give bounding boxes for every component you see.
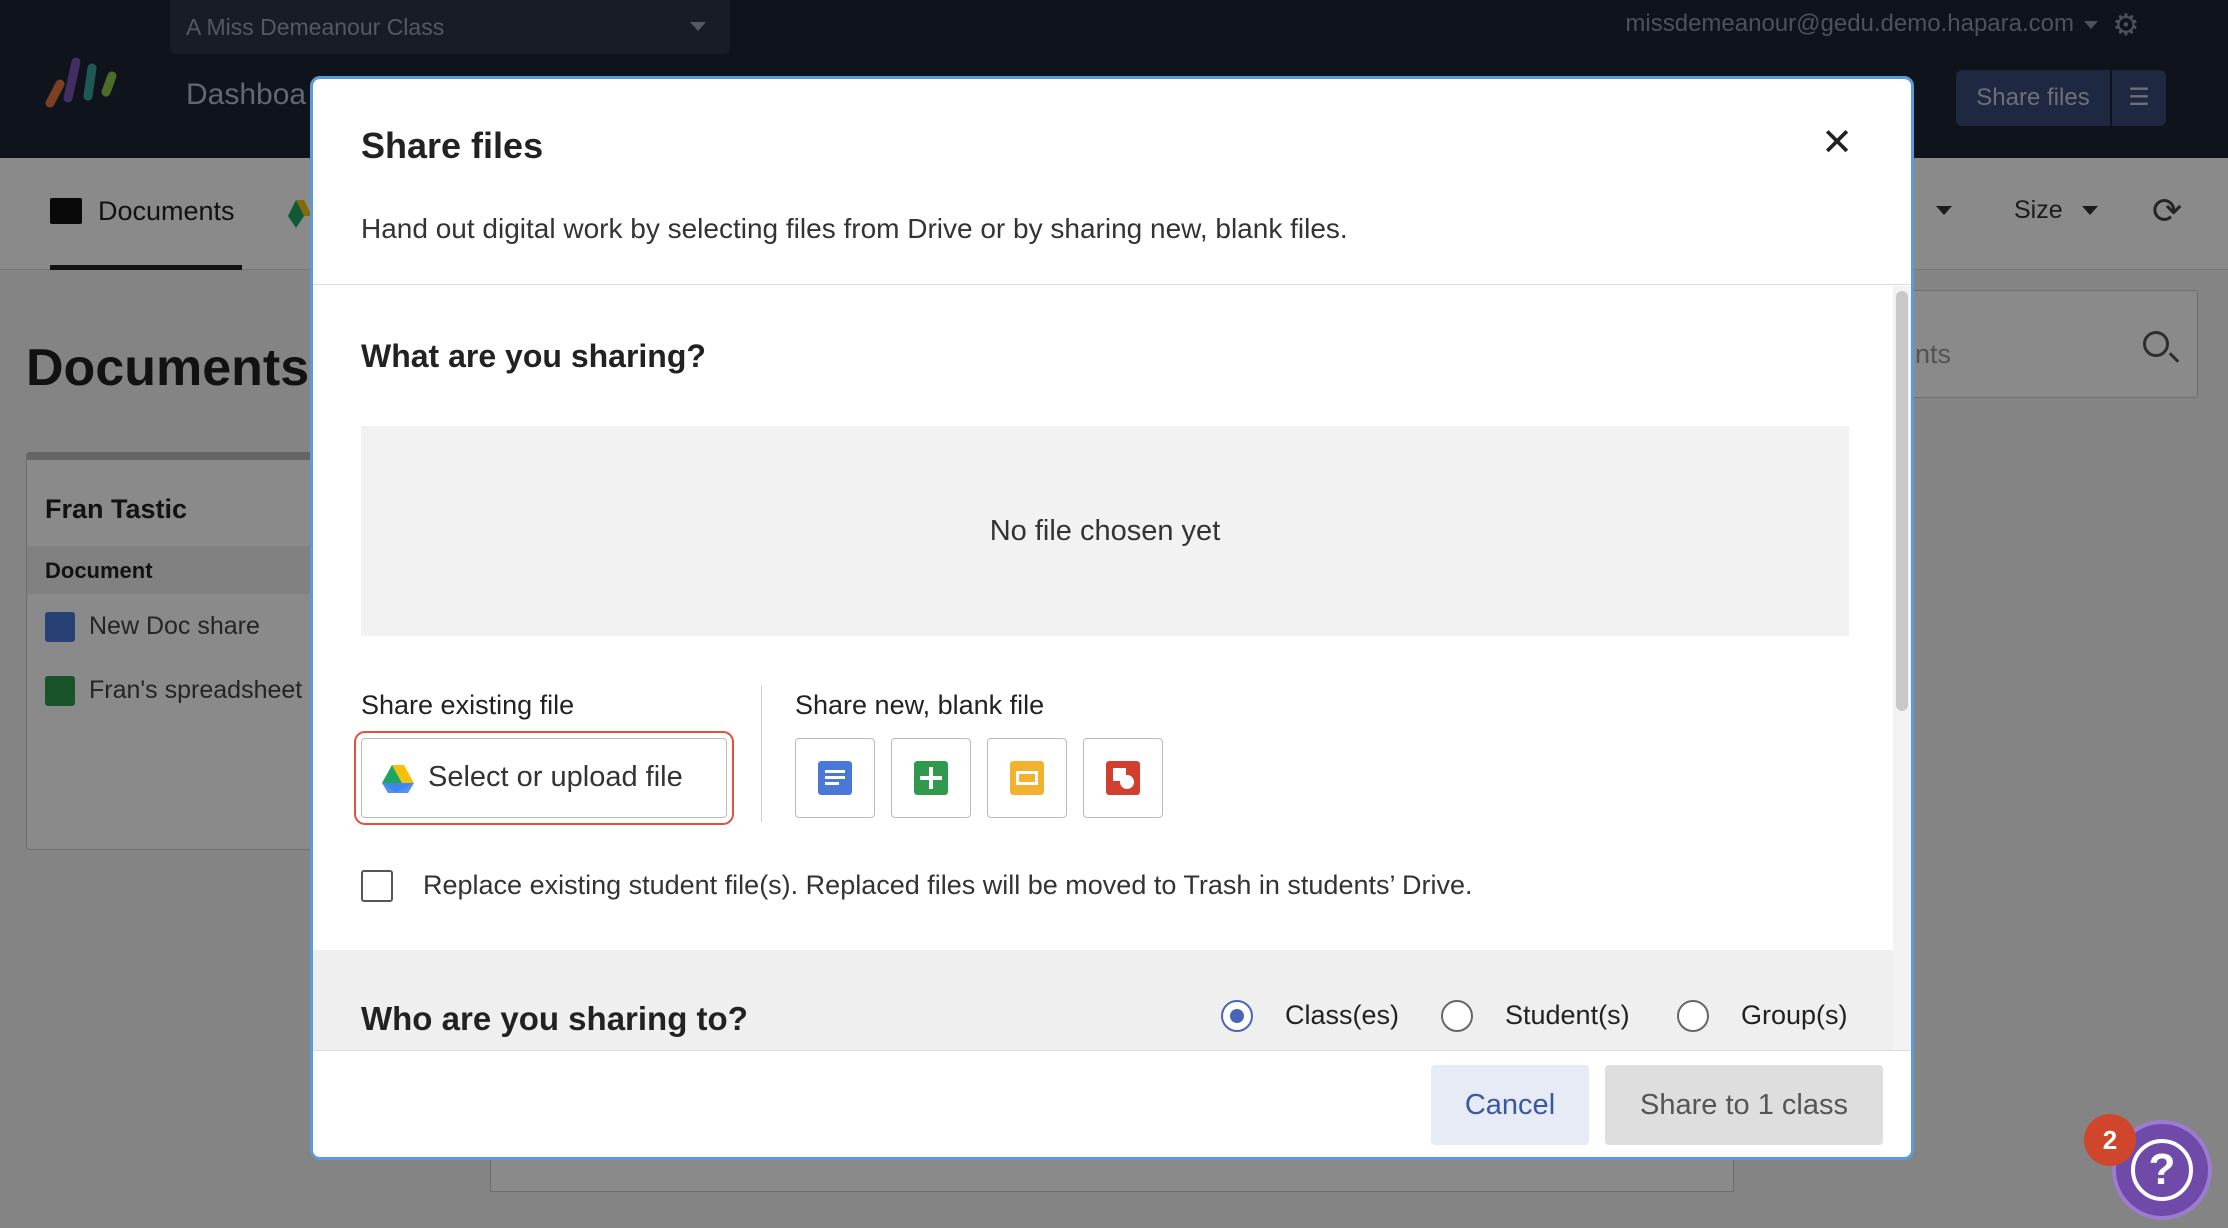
- no-file-placeholder: No file chosen yet: [361, 426, 1849, 636]
- dialog-footer: Cancel Share to 1 class: [313, 1050, 1911, 1157]
- radio-groups[interactable]: [1677, 1000, 1709, 1032]
- cancel-button[interactable]: Cancel: [1431, 1065, 1589, 1145]
- new-drawing-button[interactable]: [1083, 738, 1163, 818]
- close-icon[interactable]: ✕: [1817, 123, 1857, 163]
- google-drive-icon: [382, 765, 414, 793]
- notification-badge: 2: [2084, 1114, 2136, 1166]
- new-slides-button[interactable]: [987, 738, 1067, 818]
- radio-groups-label: Group(s): [1741, 1000, 1848, 1030]
- sheets-icon: [914, 761, 948, 795]
- drawings-icon: [1106, 761, 1140, 795]
- share-existing-label: Share existing file: [361, 690, 575, 720]
- new-sheet-button[interactable]: [891, 738, 971, 818]
- replace-checkbox[interactable]: [361, 870, 393, 902]
- dialog-description: Hand out digital work by selecting files…: [361, 213, 1348, 244]
- radio-students-label: Student(s): [1505, 1000, 1630, 1030]
- radio-students[interactable]: [1441, 1000, 1473, 1032]
- share-new-label: Share new, blank file: [795, 690, 1045, 720]
- slides-icon: [1010, 761, 1044, 795]
- radio-classes[interactable]: [1221, 1000, 1253, 1032]
- replace-label: Replace existing student file(s). Replac…: [423, 870, 1473, 900]
- dialog-body: What are you sharing? No file chosen yet…: [313, 286, 1903, 1050]
- radio-classes-label: Class(es): [1285, 1000, 1400, 1030]
- who-sharing-heading: Who are you sharing to?: [361, 1000, 748, 1037]
- share-files-dialog: Share files ✕ Hand out digital work by s…: [310, 76, 1914, 1160]
- dialog-title: Share files: [361, 125, 544, 166]
- help-icon: ?: [2131, 1139, 2193, 1201]
- divider: [761, 686, 762, 822]
- docs-icon: [818, 761, 852, 795]
- select-upload-label: Select or upload file: [428, 761, 683, 793]
- dialog-header: Share files ✕ Hand out digital work by s…: [313, 79, 1911, 285]
- recipient-section: Who are you sharing to? Class(es) Studen…: [313, 950, 1903, 1050]
- what-sharing-heading: What are you sharing?: [361, 338, 706, 374]
- new-doc-button[interactable]: [795, 738, 875, 818]
- select-upload-button[interactable]: Select or upload file: [354, 731, 734, 825]
- scrollbar-thumb[interactable]: [1896, 291, 1908, 711]
- share-to-class-button[interactable]: Share to 1 class: [1605, 1065, 1883, 1145]
